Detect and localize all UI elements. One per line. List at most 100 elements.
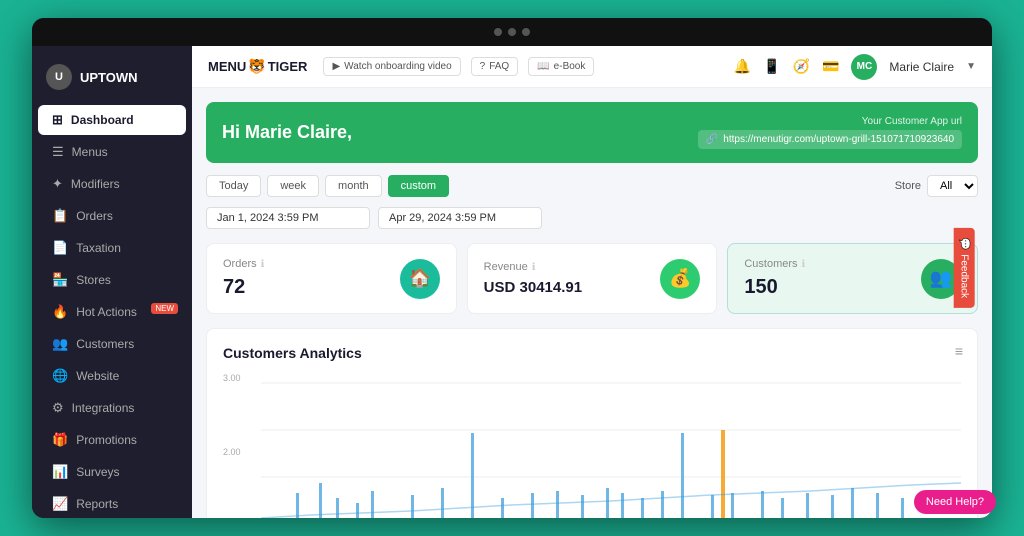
ebook-icon: 📖 xyxy=(537,61,549,72)
sidebar-item-customers[interactable]: 👥 Customers xyxy=(38,329,186,359)
sidebar-item-reports[interactable]: 📈 Reports xyxy=(38,489,186,518)
welcome-banner: Hi Marie Claire, Your Customer App url 🔗… xyxy=(206,102,978,163)
date-from-input[interactable] xyxy=(206,207,370,229)
info-icon: ℹ xyxy=(532,262,536,273)
sidebar-item-stores[interactable]: 🏪 Stores xyxy=(38,265,186,295)
filters-row: Today week month custom Store All xyxy=(206,175,978,197)
info-icon: ℹ xyxy=(802,259,806,270)
sidebar-item-hot-actions[interactable]: 🔥 Hot Actions NEW xyxy=(38,297,186,327)
card-icon[interactable]: 💳 xyxy=(822,58,839,75)
url-value: 🔗 https://menutigr.com/uptown-grill-1510… xyxy=(698,130,962,149)
feedback-label: Feedback xyxy=(958,254,969,298)
sidebar-item-surveys[interactable]: 📊 Surveys xyxy=(38,457,186,487)
sidebar-item-label: Surveys xyxy=(76,465,119,479)
sidebar-item-label: Integrations xyxy=(72,401,135,415)
menus-icon: ☰ xyxy=(52,144,64,160)
sidebar-item-label: Stores xyxy=(76,273,111,287)
sidebar: U UPTOWN ⊞ Dashboard ☰ Menus ✦ Modifiers… xyxy=(32,46,192,518)
sidebar-item-promotions[interactable]: 🎁 Promotions xyxy=(38,425,186,455)
stat-card-orders: Orders ℹ 72 🏠 xyxy=(206,243,457,314)
sidebar-item-label: Customers xyxy=(76,337,134,351)
stores-icon: 🏪 xyxy=(52,272,68,288)
sidebar-item-label: Promotions xyxy=(76,433,137,447)
sidebar-item-modifiers[interactable]: ✦ Modifiers xyxy=(38,169,186,199)
surveys-icon: 📊 xyxy=(52,464,68,480)
filter-month[interactable]: month xyxy=(325,175,382,197)
store-select[interactable]: All xyxy=(927,175,978,197)
customers-value: 150 xyxy=(744,276,805,299)
compass-icon[interactable]: 🧭 xyxy=(793,58,810,75)
welcome-text: Hi Marie Claire, xyxy=(222,122,352,143)
sidebar-item-integrations[interactable]: ⚙ Integrations xyxy=(38,393,186,423)
chart-svg xyxy=(261,373,961,518)
need-help-button[interactable]: Need Help? xyxy=(914,490,996,514)
sidebar-item-label: Hot Actions xyxy=(76,305,137,319)
onboarding-label: Watch onboarding video xyxy=(344,61,451,72)
chevron-down-icon[interactable]: ▼ xyxy=(966,61,976,72)
onboarding-button[interactable]: ▶ Watch onboarding video xyxy=(323,57,460,76)
feedback-tab[interactable]: 💬 Feedback xyxy=(953,228,974,308)
sidebar-item-label: Dashboard xyxy=(71,113,134,127)
info-icon: ℹ xyxy=(261,259,265,270)
revenue-icon: 💰 xyxy=(660,259,700,299)
sidebar-item-orders[interactable]: 📋 Orders xyxy=(38,201,186,231)
taxation-icon: 📄 xyxy=(52,240,68,256)
user-name: Marie Claire xyxy=(889,60,954,74)
integrations-icon: ⚙ xyxy=(52,400,64,416)
feedback-icon: 💬 xyxy=(958,238,969,250)
stat-card-customers: Customers ℹ 150 👥 xyxy=(727,243,978,314)
faq-label: FAQ xyxy=(489,61,509,72)
sidebar-item-menus[interactable]: ☰ Menus xyxy=(38,137,186,167)
need-help-label: Need Help? xyxy=(926,496,984,508)
sidebar-item-label: Website xyxy=(76,369,119,383)
modifiers-icon: ✦ xyxy=(52,176,63,192)
chart-section: Customers Analytics ≡ 3.00 2.00 1.00 xyxy=(206,328,978,518)
brand-avatar: U xyxy=(46,64,72,90)
date-to-input[interactable] xyxy=(378,207,542,229)
brand-header: U UPTOWN xyxy=(32,56,192,104)
chart-menu-icon[interactable]: ≡ xyxy=(955,343,963,359)
customers-icon: 👥 xyxy=(52,336,68,352)
sidebar-item-taxation[interactable]: 📄 Taxation xyxy=(38,233,186,263)
date-row xyxy=(206,207,978,229)
logo-suffix: TIGER xyxy=(268,59,308,74)
new-badge: NEW xyxy=(151,303,178,314)
tiger-icon: 🐯 xyxy=(248,58,265,75)
sidebar-item-label: Orders xyxy=(76,209,113,223)
orders-value: 72 xyxy=(223,276,264,299)
app-logo: MENU 🐯 TIGER xyxy=(208,58,307,75)
brand-name: UPTOWN xyxy=(80,70,138,85)
bell-icon[interactable]: 🔔 xyxy=(734,58,751,75)
ebook-button[interactable]: 📖 e-Book xyxy=(528,57,594,76)
user-avatar: MC xyxy=(851,54,877,80)
sidebar-item-label: Modifiers xyxy=(71,177,120,191)
filter-today[interactable]: Today xyxy=(206,175,261,197)
faq-icon: ? xyxy=(480,61,486,72)
url-section: Your Customer App url 🔗 https://menutigr… xyxy=(698,116,962,149)
mobile-icon[interactable]: 📱 xyxy=(763,58,780,75)
hot-actions-icon: 🔥 xyxy=(52,304,68,320)
stat-card-revenue: Revenue ℹ USD 30414.91 💰 xyxy=(467,243,718,314)
y-label-2: 2.00 xyxy=(223,447,258,457)
nav-icons: 🔔 📱 🧭 💳 MC Marie Claire ▼ xyxy=(734,54,976,80)
play-icon: ▶ xyxy=(332,61,340,72)
filter-week[interactable]: week xyxy=(267,175,319,197)
customers-label: Customers ℹ xyxy=(744,258,805,270)
orders-icon: 📋 xyxy=(52,208,68,224)
chart-area: 3.00 2.00 1.00 xyxy=(223,373,961,518)
main-content: MENU 🐯 TIGER ▶ Watch onboarding video ? … xyxy=(192,46,992,518)
orders-label: Orders ℹ xyxy=(223,258,264,270)
filter-custom[interactable]: custom xyxy=(388,175,449,197)
sidebar-item-label: Taxation xyxy=(76,241,121,255)
logo-text: MENU xyxy=(208,59,246,74)
revenue-label: Revenue ℹ xyxy=(484,261,582,273)
sidebar-item-dashboard[interactable]: ⊞ Dashboard xyxy=(38,105,186,135)
url-label: Your Customer App url xyxy=(698,116,962,127)
dashboard-icon: ⊞ xyxy=(52,112,63,128)
url-text[interactable]: https://menutigr.com/uptown-grill-151071… xyxy=(723,134,954,145)
sidebar-item-website[interactable]: 🌐 Website xyxy=(38,361,186,391)
faq-button[interactable]: ? FAQ xyxy=(471,57,519,76)
chart-inner xyxy=(261,373,961,518)
revenue-value: USD 30414.91 xyxy=(484,279,582,296)
sidebar-item-label: Reports xyxy=(76,497,118,511)
